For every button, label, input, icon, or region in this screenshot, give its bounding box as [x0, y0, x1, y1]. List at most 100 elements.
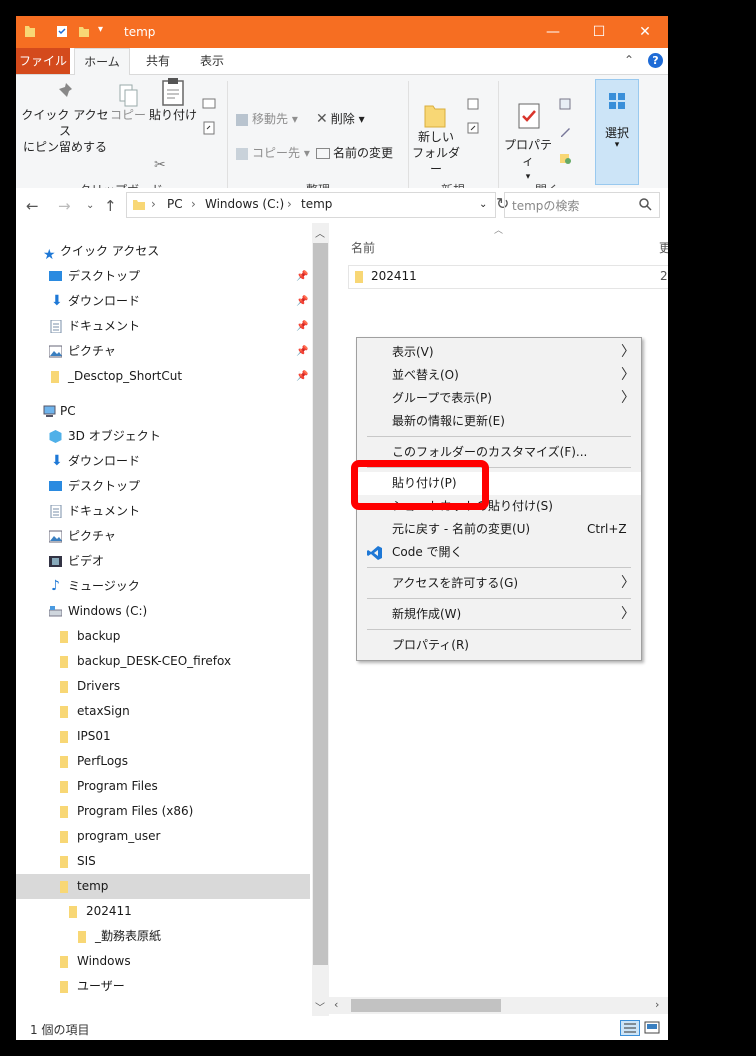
- tree-pc-desktop[interactable]: デスクトップ: [16, 474, 310, 499]
- tab-home[interactable]: ホーム: [74, 48, 130, 75]
- back-button[interactable]: ←: [26, 197, 39, 215]
- new-folder-button[interactable]: 新しい フォルダー: [412, 105, 460, 177]
- maximize-button[interactable]: ☐: [576, 16, 622, 48]
- menu-item-properties[interactable]: プロパティ(R): [357, 634, 641, 657]
- delete-button[interactable]: ✕ 削除 ▾: [316, 111, 365, 127]
- search-box[interactable]: tempの検索: [504, 192, 660, 218]
- tab-share[interactable]: 共有: [134, 48, 182, 74]
- properties-button[interactable]: プロパティ ▾: [500, 103, 556, 185]
- details-view-icon[interactable]: [620, 1020, 640, 1036]
- tree-folder-program-files[interactable]: Program Files: [16, 774, 310, 799]
- history-icon[interactable]: [558, 151, 572, 165]
- address-bar[interactable]: › PC › Windows (C:) › temp ⌄: [126, 192, 496, 218]
- tree-folder-backup[interactable]: backup: [16, 624, 310, 649]
- menu-item-view[interactable]: 表示(V) 〉: [357, 341, 641, 364]
- move-to-button[interactable]: 移動先 ▾: [236, 111, 298, 127]
- new-folder-quick-icon[interactable]: [78, 24, 90, 38]
- tree-pc-documents[interactable]: ドキュメント: [16, 499, 310, 524]
- menu-item-undo-rename[interactable]: 元に戻す - 名前の変更(U) Ctrl+Z: [357, 518, 641, 541]
- edit-icon[interactable]: [558, 125, 572, 139]
- tree-qa-documents[interactable]: ドキュメント 📌: [16, 314, 310, 339]
- scroll-right-icon[interactable]: ›: [655, 998, 659, 1011]
- qat-dropdown-icon[interactable]: ▾: [98, 24, 103, 35]
- copy-path-icon[interactable]: [202, 97, 216, 111]
- tree-pc-downloads[interactable]: ⬇ ダウンロード: [16, 449, 310, 474]
- h-scroll-thumb[interactable]: [351, 999, 501, 1012]
- tree-pc-videos[interactable]: ビデオ: [16, 549, 310, 574]
- tree-quick-access[interactable]: ★ クイック アクセス: [16, 239, 310, 264]
- column-header-name[interactable]: 名前: [351, 239, 375, 256]
- file-row-202411[interactable]: 202411 2: [348, 265, 668, 289]
- menu-item-sort[interactable]: 並べ替え(O) 〉: [357, 364, 641, 387]
- tree-folder-drivers[interactable]: Drivers: [16, 674, 310, 699]
- tree-pc-music[interactable]: ♪ ミュージック: [16, 574, 310, 599]
- tree-folder-program-files-x86[interactable]: Program Files (x86): [16, 799, 310, 824]
- column-header-modified[interactable]: 更: [659, 239, 668, 256]
- scroll-left-icon[interactable]: ‹: [334, 998, 338, 1011]
- nav-scroll-thumb[interactable]: [313, 243, 328, 965]
- menu-item-new[interactable]: 新規作成(W) 〉: [357, 603, 641, 626]
- tab-file[interactable]: ファイル: [16, 48, 70, 74]
- scroll-down-icon[interactable]: ﹀: [315, 999, 325, 1014]
- address-dropdown-icon[interactable]: ⌄: [479, 199, 487, 210]
- menu-item-open-with-code[interactable]: Code で開く: [357, 541, 641, 564]
- paste-button[interactable]: 貼り付け: [148, 78, 198, 123]
- tree-folder-attendance-template[interactable]: _勤務表原紙: [16, 924, 310, 949]
- menu-label: 最新の情報に更新(E): [392, 414, 505, 428]
- menu-item-refresh[interactable]: 最新の情報に更新(E): [357, 410, 641, 433]
- tree-pc-pictures[interactable]: ピクチャ: [16, 524, 310, 549]
- cut-icon[interactable]: ✂: [154, 157, 166, 173]
- folder-icon: [60, 756, 68, 768]
- easy-access-icon[interactable]: [466, 121, 480, 135]
- tree-folder-windows[interactable]: Windows: [16, 949, 310, 974]
- new-item-icon[interactable]: [466, 97, 480, 111]
- minimize-button[interactable]: —: [530, 16, 576, 48]
- tree-qa-downloads[interactable]: ⬇ ダウンロード 📌: [16, 289, 310, 314]
- tree-folder-sis[interactable]: SIS: [16, 849, 310, 874]
- tab-view[interactable]: 表示: [188, 48, 236, 74]
- title-bar[interactable]: ▾ temp — ☐ ✕: [16, 16, 668, 48]
- help-icon[interactable]: ?: [648, 53, 663, 68]
- breadcrumb-temp[interactable]: temp: [301, 197, 332, 211]
- content-h-scrollbar[interactable]: ‹ ›: [329, 997, 668, 1014]
- breadcrumb-drive[interactable]: Windows (C:): [205, 197, 284, 211]
- tree-folder-202411[interactable]: 202411: [16, 899, 310, 924]
- copy-button[interactable]: コピー: [108, 84, 148, 123]
- close-button[interactable]: ✕: [622, 16, 668, 48]
- collapse-ribbon-icon[interactable]: ⌃: [624, 53, 634, 67]
- tree-qa-desktop[interactable]: デスクトップ 📌: [16, 264, 310, 289]
- menu-item-group-by[interactable]: グループで表示(P) 〉: [357, 387, 641, 410]
- open-icon[interactable]: [558, 97, 572, 111]
- select-button[interactable]: 選択 ▾: [595, 79, 639, 185]
- pin-quick-access-button[interactable]: クイック アクセス にピン留めする: [20, 83, 110, 155]
- folder-icon: [69, 906, 77, 918]
- tree-folder-etaxsign[interactable]: etaxSign: [16, 699, 310, 724]
- tree-3d-objects[interactable]: 3D オブジェクト: [16, 424, 310, 449]
- tree-folder-temp[interactable]: temp: [16, 874, 310, 899]
- paste-shortcut-icon[interactable]: [202, 121, 216, 135]
- properties-quick-icon[interactable]: [56, 24, 68, 38]
- tree-qa-pictures[interactable]: ピクチャ 📌: [16, 339, 310, 364]
- tree-folder-ips01[interactable]: IPS01: [16, 724, 310, 749]
- tree-folder-program-user[interactable]: program_user: [16, 824, 310, 849]
- breadcrumb-pc[interactable]: PC: [167, 197, 183, 211]
- tree-folder-users[interactable]: ユーザー: [16, 974, 310, 999]
- nav-scrollbar[interactable]: ︿ ﹀: [312, 223, 329, 1016]
- scroll-up-icon[interactable]: ︿: [315, 225, 325, 240]
- tree-folder-backup-firefox[interactable]: backup_DESK-CEO_firefox: [16, 649, 310, 674]
- menu-item-give-access[interactable]: アクセスを許可する(G) 〉: [357, 572, 641, 595]
- large-icons-view-icon[interactable]: [644, 1021, 660, 1034]
- search-input[interactable]: tempの検索: [512, 197, 579, 214]
- tree-pc[interactable]: PC: [16, 399, 310, 424]
- tree-qa-desctop-shortcut[interactable]: _Desctop_ShortCut 📌: [16, 364, 310, 389]
- copy-to-button[interactable]: コピー先 ▾: [236, 145, 310, 161]
- tree-drive-c[interactable]: Windows (C:): [16, 599, 310, 624]
- rename-button[interactable]: 名前の変更: [316, 145, 393, 161]
- tree-label: ドキュメント: [68, 319, 141, 333]
- tree-label: ダウンロード: [68, 454, 141, 468]
- up-button[interactable]: ↑: [104, 197, 117, 215]
- tree-folder-perflogs[interactable]: PerfLogs: [16, 749, 310, 774]
- forward-button[interactable]: →: [58, 197, 71, 215]
- recent-locations-icon[interactable]: ⌄: [86, 200, 94, 211]
- folder-icon: [133, 200, 145, 210]
